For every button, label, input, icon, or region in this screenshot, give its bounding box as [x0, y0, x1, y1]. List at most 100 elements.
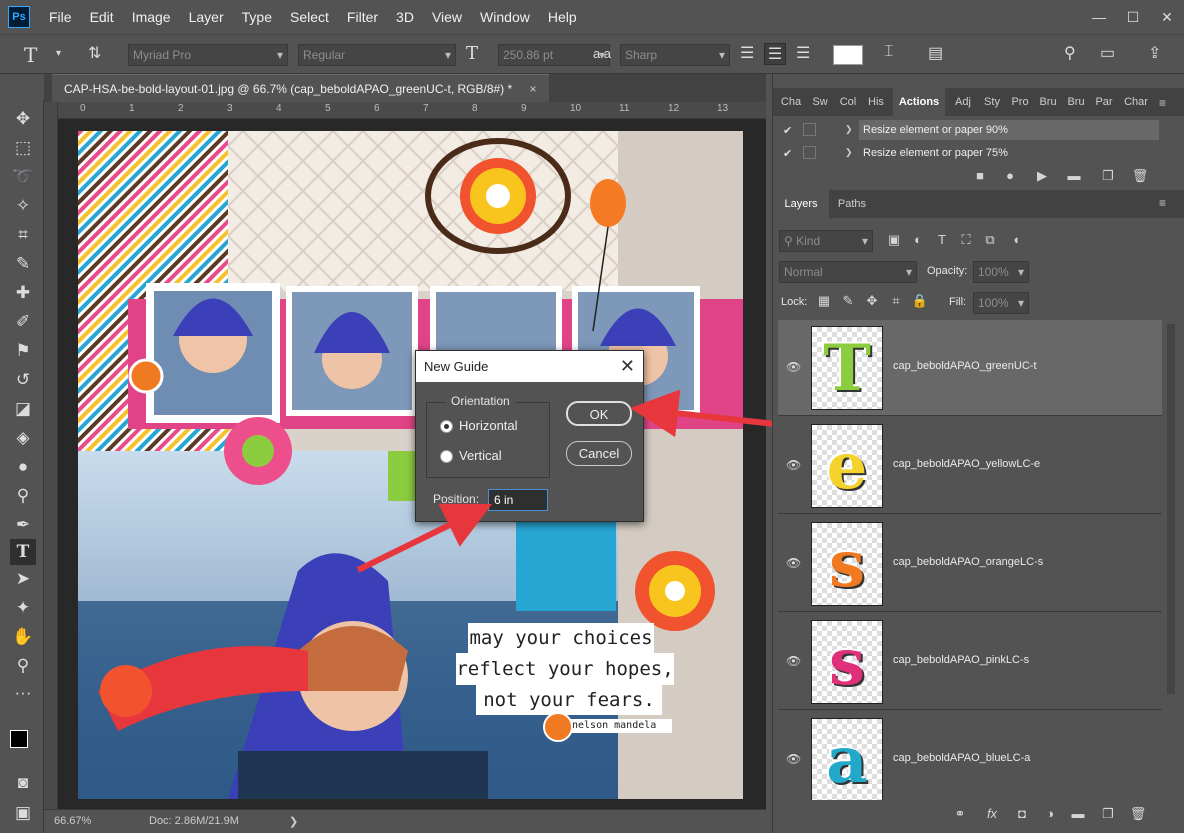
vertical-ruler[interactable]: [44, 102, 58, 809]
text-orientation-icon[interactable]: ⇅: [88, 43, 101, 63]
magic-wand-icon[interactable]: ✧: [10, 193, 36, 219]
tab-layers[interactable]: Layers: [773, 190, 829, 218]
type-tool-preset-icon[interactable]: T: [24, 43, 37, 67]
cancel-button[interactable]: Cancel: [566, 441, 632, 466]
eye-icon[interactable]: 👁: [786, 360, 802, 374]
record-icon[interactable]: ●: [999, 168, 1021, 183]
align-right-icon[interactable]: ☰: [796, 43, 810, 63]
menu-filter[interactable]: Filter: [338, 0, 387, 34]
action-expand-icon[interactable]: ❯: [845, 124, 853, 135]
menu-type[interactable]: Type: [233, 0, 281, 34]
layer-row[interactable]: 👁 e cap_beboldAPAO_yellowLC-e: [778, 418, 1162, 514]
eraser-icon[interactable]: ◪: [10, 396, 36, 422]
minimize-button[interactable]: —: [1082, 5, 1116, 29]
panel-menu-icon[interactable]: ≡: [1159, 96, 1166, 110]
action-dialog-toggle[interactable]: [803, 146, 816, 159]
healing-brush-icon[interactable]: ✚: [10, 280, 36, 306]
layer-row[interactable]: 👁 s cap_beboldAPAO_orangeLC-s: [778, 516, 1162, 612]
tab-his[interactable]: His: [865, 88, 887, 116]
layer-row[interactable]: 👁 s cap_beboldAPAO_pinkLC-s: [778, 614, 1162, 710]
opacity-field[interactable]: 100% ▾: [973, 261, 1029, 283]
new-group-icon[interactable]: ▬: [1067, 806, 1089, 821]
panel-menu-icon[interactable]: ≡: [1159, 196, 1166, 210]
pen-tool-icon[interactable]: ✒: [10, 512, 36, 538]
horizontal-label[interactable]: Horizontal: [459, 418, 518, 433]
tab-pro[interactable]: Pro: [1009, 88, 1031, 116]
action-item[interactable]: Resize element or paper 75%: [859, 143, 1159, 163]
screen-mode-icon[interactable]: ▣: [10, 800, 36, 826]
tab-actions[interactable]: Actions: [893, 88, 945, 116]
hand-tool-icon[interactable]: ✋: [10, 624, 36, 650]
zoom-level[interactable]: 66.67%: [54, 815, 91, 827]
adjustment-filter-icon[interactable]: ◐: [907, 232, 929, 247]
search-icon[interactable]: ⚲: [1064, 43, 1076, 63]
zoom-tool-icon[interactable]: ⚲: [10, 653, 36, 679]
align-center-icon[interactable]: ☰: [764, 43, 786, 65]
tab-par[interactable]: Par: [1093, 88, 1115, 116]
horizontal-ruler[interactable]: 0 1 2 3 4 5 6 7 8 9 10 11 12 13: [58, 102, 766, 119]
layer-row[interactable]: 👁 a cap_beboldAPAO_blueLC-a: [778, 712, 1162, 800]
dodge-tool-icon[interactable]: ⚲: [10, 483, 36, 509]
shape-tool-icon[interactable]: ✦: [10, 595, 36, 621]
ok-button[interactable]: OK: [566, 401, 632, 426]
action-expand-icon[interactable]: ❯: [845, 147, 853, 158]
vertical-radio[interactable]: [440, 450, 453, 463]
lock-pixels-icon[interactable]: ✎: [837, 293, 859, 309]
stop-icon[interactable]: ■: [969, 168, 991, 183]
type-tool-icon[interactable]: T: [10, 539, 36, 565]
quick-mask-icon[interactable]: ◙: [10, 770, 36, 796]
foreground-color-swatch[interactable]: [10, 730, 28, 748]
play-icon[interactable]: ▶: [1031, 168, 1053, 184]
document-tab[interactable]: CAP-HSA-be-bold-layout-01.jpg @ 66.7% (c…: [52, 74, 549, 102]
delete-layer-icon[interactable]: 🗑: [1127, 806, 1149, 822]
menu-image[interactable]: Image: [123, 0, 180, 34]
eye-icon[interactable]: 👁: [786, 654, 802, 668]
add-mask-icon[interactable]: ◘: [1011, 806, 1033, 821]
layers-scrollbar[interactable]: [1167, 324, 1175, 694]
layer-name[interactable]: cap_beboldAPAO_blueLC-a: [893, 752, 1030, 764]
layer-name[interactable]: cap_beboldAPAO_pinkLC-s: [893, 654, 1029, 666]
font-family-select[interactable]: Myriad Pro ▾: [128, 44, 288, 66]
align-left-icon[interactable]: ☰: [740, 43, 754, 63]
menu-3d[interactable]: 3D: [387, 0, 423, 34]
layer-name[interactable]: cap_beboldAPAO_greenUC-t: [893, 360, 1037, 372]
fill-field[interactable]: 100% ▾: [973, 292, 1029, 314]
action-check-icon[interactable]: ✔: [783, 124, 792, 137]
new-layer-icon[interactable]: ❐: [1097, 806, 1119, 822]
link-layers-icon[interactable]: ⚭: [949, 806, 971, 822]
maximize-button[interactable]: ☐: [1116, 5, 1150, 29]
dialog-titlebar[interactable]: New Guide ✕: [416, 351, 643, 382]
text-color-swatch[interactable]: [833, 45, 863, 65]
pixel-filter-icon[interactable]: ▣: [883, 232, 905, 248]
eye-icon[interactable]: 👁: [786, 458, 802, 472]
menu-select[interactable]: Select: [281, 0, 338, 34]
crop-tool-icon[interactable]: ⌗: [10, 222, 36, 248]
marquee-tool-icon[interactable]: ⬚: [10, 135, 36, 161]
menu-view[interactable]: View: [423, 0, 471, 34]
warp-text-icon[interactable]: ⌶: [884, 43, 894, 61]
tab-adj[interactable]: Adj: [951, 88, 975, 116]
adjustment-layer-icon[interactable]: ◑: [1039, 806, 1061, 821]
folder-icon[interactable]: ▬: [1063, 168, 1085, 183]
character-panel-icon[interactable]: ▤: [928, 43, 943, 63]
action-item[interactable]: Resize element or paper 90%: [859, 120, 1159, 140]
more-tools-icon[interactable]: ···: [10, 680, 36, 706]
tab-sw[interactable]: Sw: [809, 88, 831, 116]
antialias-select[interactable]: Sharp ▾: [620, 44, 730, 66]
trash-icon[interactable]: 🗑: [1129, 168, 1151, 184]
eyedropper-icon[interactable]: ✎: [10, 251, 36, 277]
type-filter-icon[interactable]: T: [931, 232, 953, 247]
menu-edit[interactable]: Edit: [81, 0, 123, 34]
lock-all-icon[interactable]: 🔒: [909, 293, 931, 309]
lock-position-icon[interactable]: ✥: [861, 293, 883, 309]
layer-name[interactable]: cap_beboldAPAO_orangeLC-s: [893, 556, 1043, 568]
eye-icon[interactable]: 👁: [786, 556, 802, 570]
horizontal-radio[interactable]: [440, 420, 453, 433]
blend-mode-select[interactable]: Normal ▾: [779, 261, 917, 283]
workspace-icon[interactable]: ▭: [1100, 43, 1115, 63]
tab-cha[interactable]: Cha: [779, 88, 803, 116]
brush-tool-icon[interactable]: ✐: [10, 309, 36, 335]
eye-icon[interactable]: 👁: [786, 752, 802, 766]
dialog-close-icon[interactable]: ✕: [620, 351, 635, 382]
action-dialog-toggle[interactable]: [803, 123, 816, 136]
